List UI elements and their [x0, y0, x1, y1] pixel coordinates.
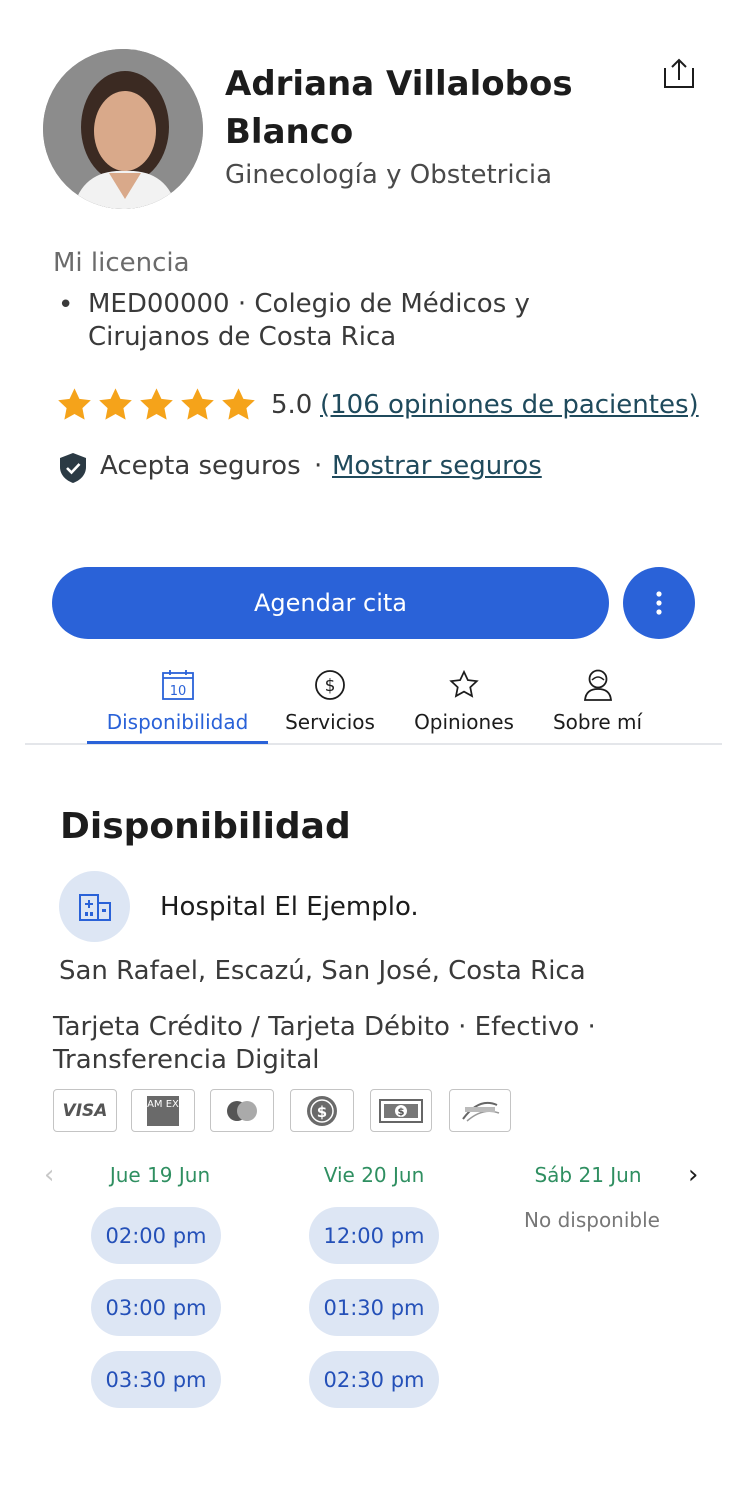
person-icon — [583, 669, 612, 701]
visa-icon: VISA — [53, 1089, 117, 1132]
section-title: Disponibilidad — [60, 806, 351, 847]
cash-coin-icon: $ — [290, 1089, 354, 1132]
book-appointment-button[interactable]: Agendar cita — [52, 567, 609, 639]
svg-text:$: $ — [398, 1107, 405, 1118]
cash-bill-icon: $ — [370, 1089, 432, 1132]
day-header: Vie 20 Jun — [323, 1163, 425, 1187]
license-title: Mi licencia — [53, 248, 190, 278]
svg-text:10: 10 — [169, 684, 186, 699]
day-header: Sáb 21 Jun — [534, 1163, 642, 1187]
star-outline-icon — [449, 669, 479, 698]
doctor-name: Adriana Villalobos Blanco — [225, 64, 573, 152]
dollar-icon: $ — [315, 670, 345, 700]
payment-methods: Tarjeta Crédito / Tarjeta Débito · Efect… — [53, 1012, 596, 1075]
share-icon[interactable] — [660, 56, 698, 92]
rating-stars — [55, 386, 258, 426]
time-slot-button[interactable]: 01:30 pm — [309, 1279, 439, 1336]
rating-value: 5.0 — [271, 390, 313, 420]
star-icon — [181, 388, 214, 420]
calendar-icon: 10 — [161, 670, 194, 700]
svg-text:$: $ — [325, 676, 336, 696]
tab-label: Disponibilidad — [106, 710, 249, 734]
time-slot-button[interactable]: 12:00 pm — [309, 1207, 439, 1264]
time-slot-button[interactable]: 03:30 pm — [91, 1351, 221, 1408]
more-options-button[interactable] — [623, 567, 695, 639]
insurance-separator: · — [314, 451, 323, 481]
previous-dates-button[interactable]: ‹ — [44, 1160, 54, 1190]
tab-about[interactable]: Sobre mí — [545, 666, 650, 744]
reviews-link[interactable]: (106 opiniones de pacientes) — [320, 390, 699, 420]
unavailable-text: No disponible — [524, 1208, 660, 1232]
active-tab-indicator — [87, 741, 268, 744]
star-icon — [140, 388, 173, 420]
license-item: MED00000 · Colegio de Médicos y Cirujano… — [88, 289, 530, 352]
tab-label: Sobre mí — [552, 710, 643, 734]
hospital-address: San Rafael, Escazú, San José, Costa Rica — [59, 956, 586, 986]
sinpe-movil-icon — [449, 1089, 511, 1132]
hospital-name[interactable]: Hospital El Ejemplo. — [160, 892, 419, 922]
star-icon — [99, 388, 132, 420]
amex-icon: AM EX — [131, 1089, 195, 1132]
doctor-avatar — [43, 49, 203, 209]
show-insurance-link[interactable]: Mostrar seguros — [332, 451, 542, 481]
next-dates-button[interactable]: › — [688, 1160, 698, 1190]
mastercard-icon — [210, 1089, 274, 1132]
shield-icon — [58, 452, 88, 484]
time-slot-button[interactable]: 03:00 pm — [91, 1279, 221, 1336]
tab-services[interactable]: $ Servicios — [280, 666, 380, 744]
hospital-icon — [78, 893, 111, 921]
tab-label: Opiniones — [414, 710, 514, 734]
star-icon — [58, 388, 91, 420]
tab-availability[interactable]: 10 Disponibilidad — [87, 666, 268, 744]
time-slot-button[interactable]: 02:30 pm — [309, 1351, 439, 1408]
tab-reviews[interactable]: Opiniones — [405, 666, 523, 744]
day-header: Jue 19 Jun — [109, 1163, 211, 1187]
star-icon — [222, 388, 255, 420]
doctor-specialty: Ginecología y Obstetricia — [225, 160, 553, 190]
svg-text:$: $ — [317, 1103, 327, 1121]
more-vertical-icon — [656, 591, 662, 615]
insurance-text: Acepta seguros — [100, 451, 301, 481]
time-slot-button[interactable]: 02:00 pm — [91, 1207, 221, 1264]
hospital-icon-badge — [59, 871, 130, 942]
tab-label: Servicios — [285, 710, 375, 734]
license-bullet: • — [58, 290, 74, 320]
